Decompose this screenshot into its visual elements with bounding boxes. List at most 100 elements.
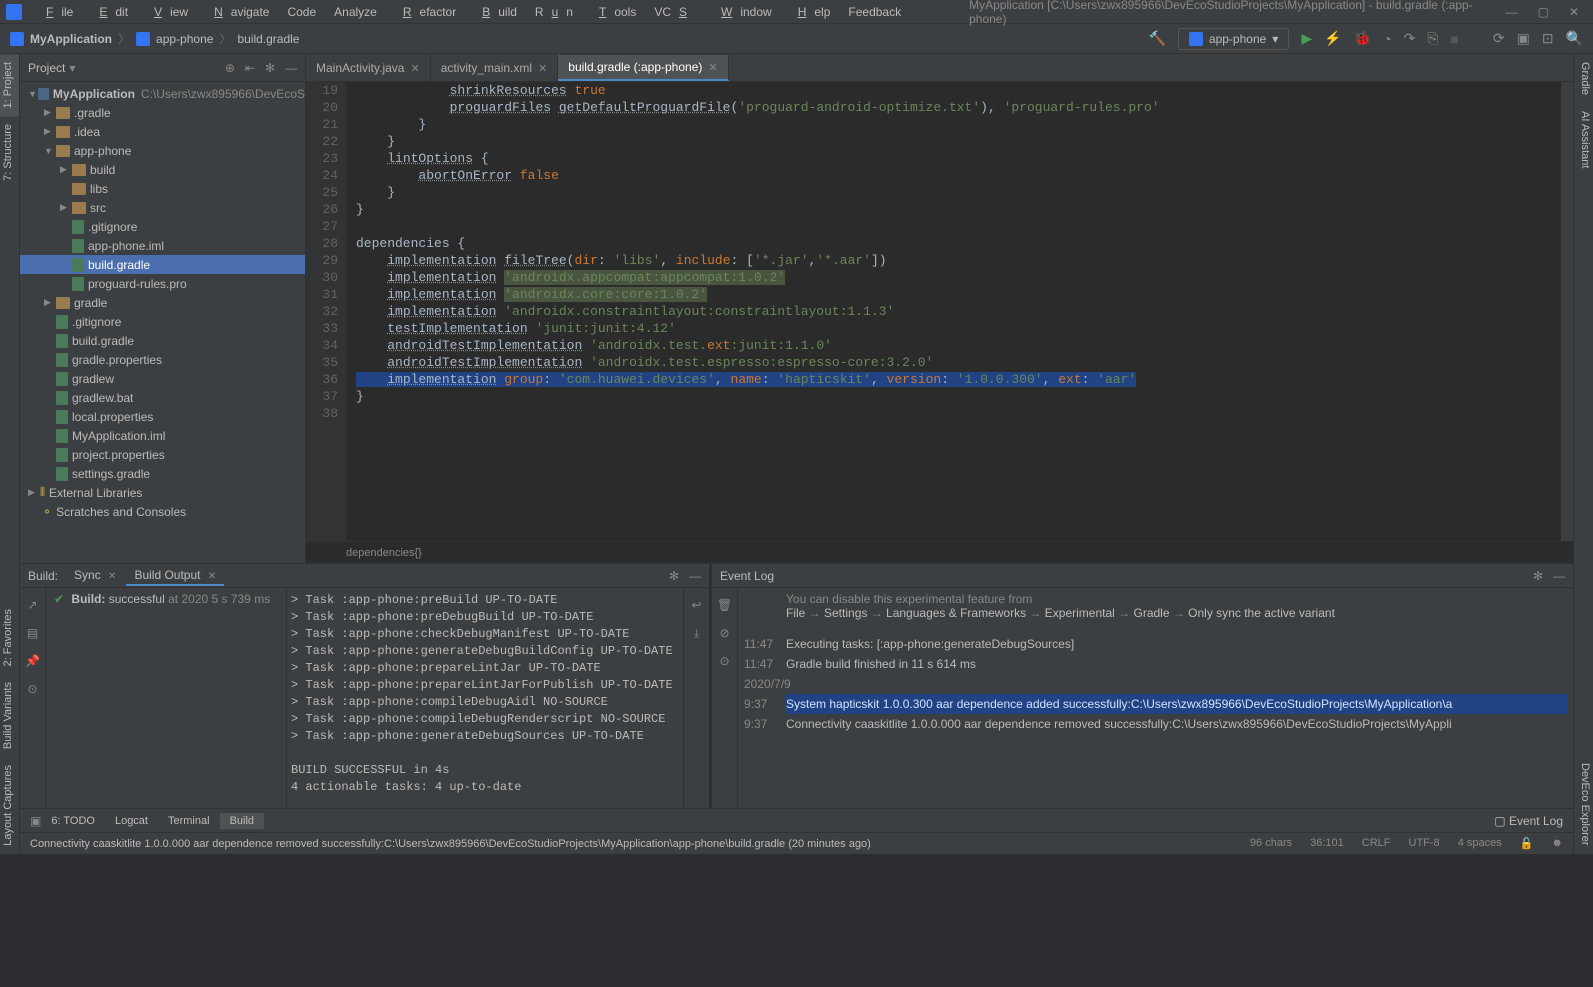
menu-help[interactable]: Help <box>782 3 839 21</box>
tree-item--idea[interactable]: ▶.idea <box>20 122 305 141</box>
build-tree[interactable]: ✔ Build: successful at 2020 5 s 739 ms <box>46 588 286 808</box>
sync-icon[interactable]: ⟳ <box>1493 30 1505 47</box>
tab-assistant[interactable]: AI Assistant <box>1574 103 1593 176</box>
event-log-entry[interactable]: 2020/7/9 <box>744 674 1567 694</box>
collapse-icon[interactable]: ⇤ <box>245 61 255 75</box>
menu-analyze[interactable]: Analyze <box>326 3 385 21</box>
hide-icon[interactable]: — <box>689 569 701 583</box>
tree-item-src[interactable]: ▶src <box>20 198 305 217</box>
menu-edit[interactable]: Edit <box>83 3 136 21</box>
settings-icon[interactable]: ⊙ <box>719 654 729 668</box>
profile-icon[interactable]: ◔ <box>1383 31 1391 47</box>
chevron-icon[interactable]: ▶ <box>44 297 56 308</box>
menu-vcs[interactable]: VCS <box>646 3 703 21</box>
tab-gradle[interactable]: Gradle <box>1574 54 1593 103</box>
build-tab[interactable]: Sync ✕ <box>66 566 124 586</box>
tab-layout-captures[interactable]: Layout Captures <box>0 757 19 854</box>
editor-body[interactable]: 1920212223242526272829303132333435363738… <box>306 82 1573 541</box>
build-tab[interactable]: Build Output ✕ <box>126 566 224 586</box>
run-config-selector[interactable]: app-phone ▾ <box>1178 28 1289 50</box>
tree-item--gradle[interactable]: ▶.gradle <box>20 103 305 122</box>
status-encoding[interactable]: UTF-8 <box>1409 837 1440 850</box>
maximize-icon[interactable]: ▢ <box>1538 5 1549 19</box>
close-icon[interactable]: ✕ <box>708 61 717 74</box>
menu-window[interactable]: Window <box>705 3 780 21</box>
breadcrumb-item[interactable]: build.gradle <box>237 32 299 46</box>
menu-refactor[interactable]: Refactor <box>387 3 464 21</box>
minimize-icon[interactable]: — <box>1506 5 1518 19</box>
tree-item-libs[interactable]: libs <box>20 179 305 198</box>
tree-item-build[interactable]: ▶build <box>20 160 305 179</box>
editor-code[interactable]: shrinkResources true proguardFiles getDe… <box>346 82 1561 541</box>
soft-wrap-icon[interactable]: ↩ <box>691 598 701 612</box>
tab-structure[interactable]: 7: Structure <box>0 116 19 189</box>
more-icon[interactable]: ⊙ <box>27 682 37 696</box>
collapse-icon[interactable]: ▣ <box>30 814 41 828</box>
tree-item-build-gradle[interactable]: build.gradle <box>20 331 305 350</box>
error-stripe[interactable] <box>1561 82 1573 541</box>
menu-feedback[interactable]: Feedback <box>840 3 909 21</box>
mark-read-icon[interactable]: ⊘ <box>719 626 729 640</box>
breadcrumb-item[interactable]: MyApplication <box>30 32 112 46</box>
bottom-tab-logcat[interactable]: Logcat <box>105 813 158 829</box>
tree-item-gradlew-bat[interactable]: gradlew.bat <box>20 388 305 407</box>
locate-icon[interactable]: ⊕ <box>225 61 235 75</box>
tree-item--gitignore[interactable]: .gitignore <box>20 217 305 236</box>
hammer-icon[interactable]: 🔨 <box>1148 30 1165 47</box>
tree-external-libs[interactable]: ▶ ⫴ External Libraries <box>20 483 305 502</box>
chevron-icon[interactable]: ▶ <box>60 202 72 213</box>
tree-item-local-properties[interactable]: local.properties <box>20 407 305 426</box>
tree-item-proguard-rules-pro[interactable]: proguard-rules.pro <box>20 274 305 293</box>
tree-item--gitignore[interactable]: .gitignore <box>20 312 305 331</box>
tree-scratches[interactable]: ⚬ Scratches and Consoles <box>20 502 305 521</box>
search-icon[interactable]: 🔍 <box>1566 30 1583 47</box>
attach-icon[interactable]: ⎘ <box>1427 30 1438 47</box>
sdk-icon[interactable]: ⊡ <box>1542 30 1554 47</box>
menu-run[interactable]: Run <box>527 3 581 21</box>
event-log-entry[interactable]: 9:37System hapticskit 1.0.0.300 aar depe… <box>744 694 1567 714</box>
tab-deveco[interactable]: DevEco Explorer <box>1574 755 1593 854</box>
lock-icon[interactable]: 🔓 <box>1520 837 1534 850</box>
menu-tools[interactable]: Tools <box>583 3 644 21</box>
menu-code[interactable]: Code <box>279 3 324 21</box>
debug-button[interactable]: 🐞 <box>1354 30 1371 47</box>
project-tree[interactable]: ▼ MyApplication C:\Users\zwx895966\DevEc… <box>20 82 305 563</box>
menu-file[interactable]: File <box>30 3 81 21</box>
menu-view[interactable]: View <box>138 3 196 21</box>
tab-build-variants[interactable]: Build Variants <box>0 674 19 757</box>
bottom-tab-build[interactable]: Build <box>220 813 264 829</box>
clear-icon[interactable]: 🗑 <box>717 598 732 612</box>
event-log-entry[interactable]: 9:37Connectivity caaskitlite 1.0.0.000 a… <box>744 714 1567 734</box>
chevron-down-icon[interactable]: ▾ <box>69 61 75 75</box>
tree-item-gradle-properties[interactable]: gradle.properties <box>20 350 305 369</box>
run-button[interactable]: ▶ <box>1301 30 1312 47</box>
breadcrumb-item[interactable]: app-phone <box>156 32 213 46</box>
menu-navigate[interactable]: Navigate <box>198 3 277 21</box>
editor-tab[interactable]: build.gradle (:app-phone)✕ <box>558 55 728 81</box>
hide-icon[interactable]: — <box>285 61 297 75</box>
lightning-icon[interactable]: ⚡ <box>1324 30 1341 47</box>
tree-item-gradlew[interactable]: gradlew <box>20 369 305 388</box>
tree-item-gradle[interactable]: ▶gradle <box>20 293 305 312</box>
close-icon[interactable]: ✕ <box>410 62 419 75</box>
event-log-tab[interactable]: ▢ Event Log <box>1494 814 1563 828</box>
coverage-icon[interactable]: ↷ <box>1403 30 1415 47</box>
event-log-entry[interactable]: 11:47Executing tasks: [:app-phone:genera… <box>744 634 1567 654</box>
tree-item-settings-gradle[interactable]: settings.gradle <box>20 464 305 483</box>
hide-icon[interactable]: — <box>1553 569 1565 583</box>
scroll-end-icon[interactable]: ⤓ <box>694 626 699 641</box>
rerun-icon[interactable]: ↗ <box>27 598 37 612</box>
bottom-tab-terminal[interactable]: Terminal <box>158 813 220 829</box>
gear-icon[interactable]: ✻ <box>265 61 275 75</box>
gear-icon[interactable]: ✻ <box>1533 569 1543 583</box>
editor-tab[interactable]: MainActivity.java✕ <box>306 55 431 81</box>
status-caret-pos[interactable]: 36:101 <box>1310 837 1344 850</box>
gear-icon[interactable]: ✻ <box>669 569 679 583</box>
filter-icon[interactable]: ▤ <box>27 626 38 640</box>
close-icon[interactable]: ✕ <box>538 62 547 75</box>
close-icon[interactable]: ✕ <box>108 571 116 582</box>
chevron-icon[interactable]: ▼ <box>44 146 56 156</box>
chevron-icon[interactable]: ▶ <box>44 107 56 118</box>
inspector-icon[interactable]: ☻ <box>1551 837 1563 850</box>
status-line-ending[interactable]: CRLF <box>1362 837 1391 850</box>
